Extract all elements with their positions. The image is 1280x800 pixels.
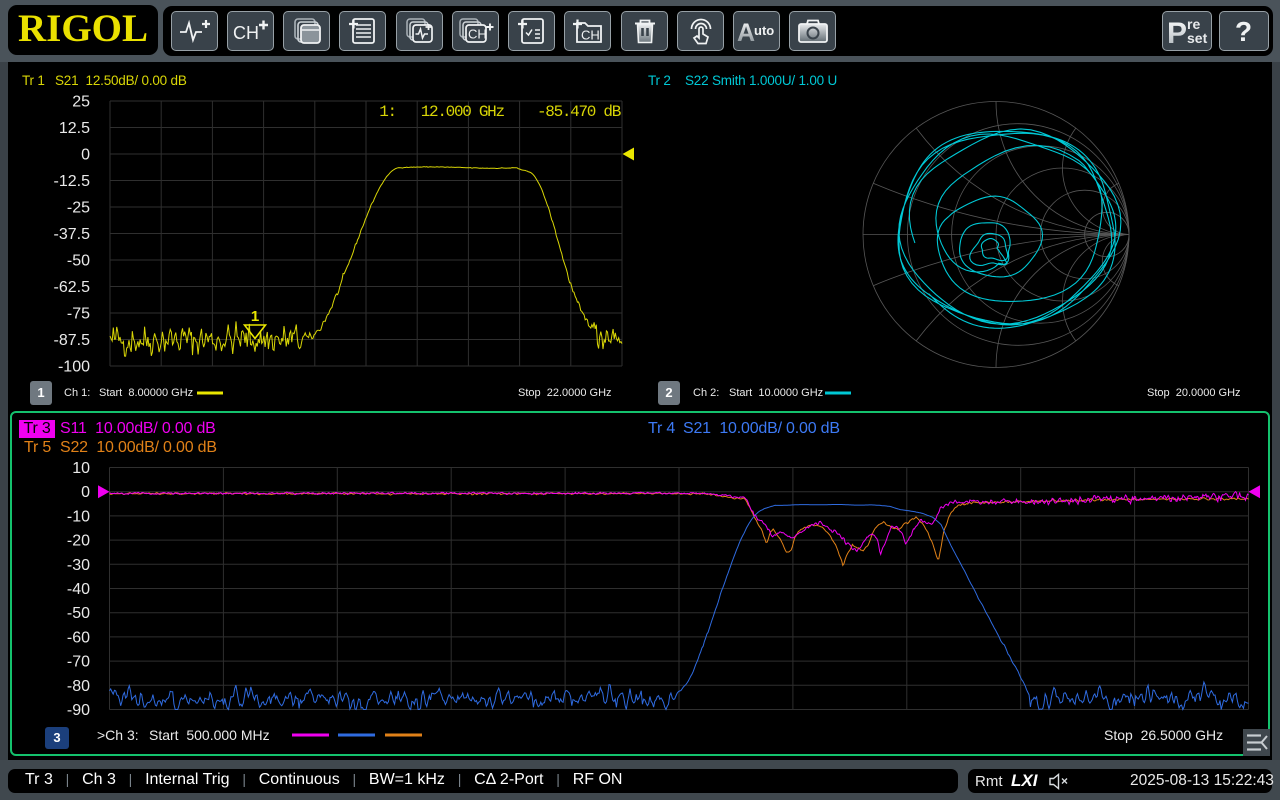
svg-text:-10: -10 — [67, 508, 90, 525]
svg-text:-40: -40 — [67, 581, 90, 598]
svg-text:-20: -20 — [67, 533, 90, 550]
svg-text:1: 12.000 GHz -85.470 dB: 1: 12.000 GHz -85.470 dB — [379, 103, 620, 121]
svg-text:0: 0 — [81, 484, 90, 501]
svg-text:CH: CH — [233, 23, 259, 43]
svg-text:-100: -100 — [58, 359, 90, 376]
svg-text:1: 1 — [251, 308, 259, 325]
svg-text:-62.5: -62.5 — [54, 279, 91, 296]
svg-text:A: A — [737, 19, 755, 45]
svg-text:12.5: 12.5 — [59, 120, 90, 137]
svg-text:CH: CH — [581, 28, 600, 43]
svg-text:set: set — [1187, 30, 1208, 46]
svg-text:-25: -25 — [67, 200, 90, 217]
svg-text:-50: -50 — [67, 605, 90, 622]
svg-text:-80: -80 — [67, 678, 90, 695]
svg-text:-37.5: -37.5 — [54, 226, 91, 243]
svg-text:-90: -90 — [67, 702, 90, 719]
svg-text:-87.5: -87.5 — [54, 332, 91, 349]
svg-text:-75: -75 — [67, 306, 90, 323]
svg-text:25: 25 — [72, 94, 90, 111]
svg-text:0: 0 — [81, 147, 90, 164]
svg-text:-30: -30 — [67, 557, 90, 574]
svg-text:CH: CH — [468, 27, 487, 42]
svg-text:10: 10 — [72, 460, 90, 477]
svg-text:?: ? — [1235, 16, 1252, 47]
svg-text:-12.5: -12.5 — [54, 173, 91, 190]
svg-text:-60: -60 — [67, 629, 90, 646]
svg-text:-70: -70 — [67, 654, 90, 671]
svg-text:P: P — [1167, 17, 1187, 47]
svg-text:-50: -50 — [67, 253, 90, 270]
svg-text:uto: uto — [754, 23, 774, 38]
